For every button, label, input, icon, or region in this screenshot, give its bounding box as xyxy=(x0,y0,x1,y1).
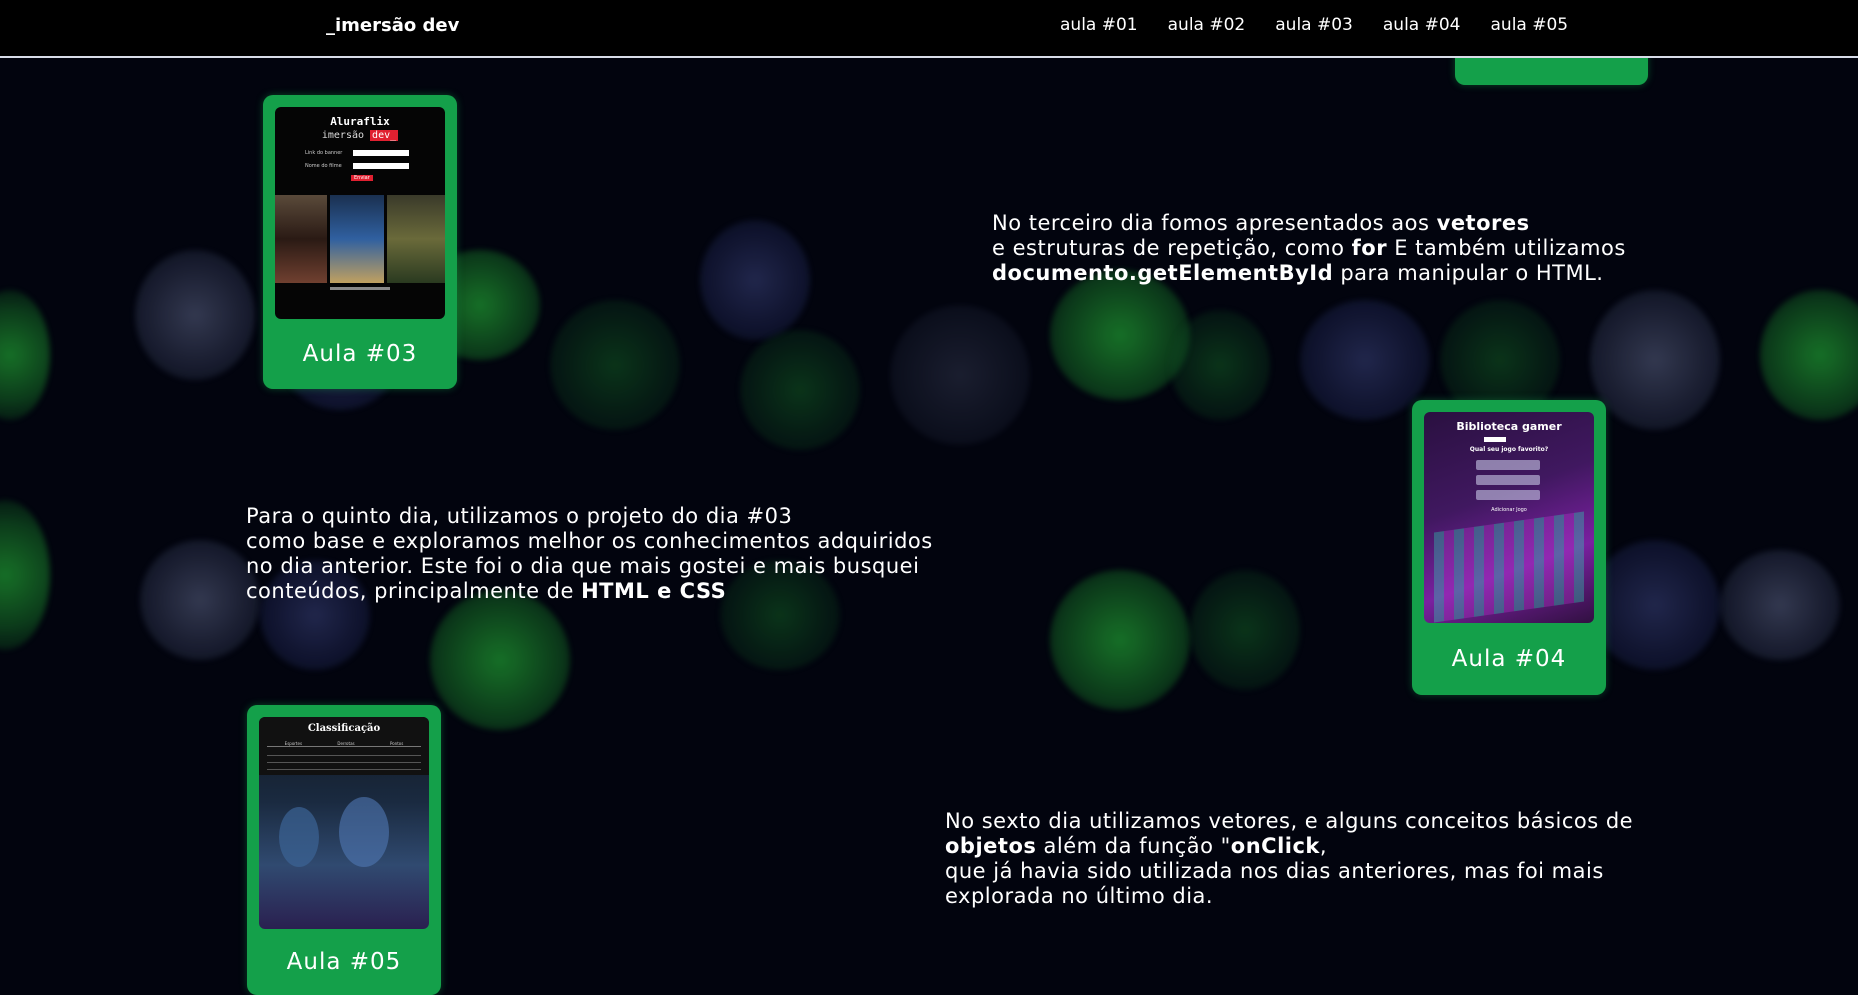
poster-1 xyxy=(275,195,327,283)
thumb-add-button: Adicionar Jogo xyxy=(1491,507,1527,513)
text-day-5: Para o quinto dia, utilizamos o projeto … xyxy=(246,504,933,603)
card-label: Aula #03 xyxy=(302,341,418,367)
nav-links: aula #01 aula #02 aula #03 aula #04 aula… xyxy=(1060,15,1568,35)
thumb-table-header: Esportes Derrotas Pontos xyxy=(267,741,421,747)
thumb-badge: dev_ xyxy=(370,130,399,141)
nav-link-aula-04[interactable]: aula #04 xyxy=(1383,15,1461,35)
top-navbar: _imersão dev aula #01 aula #02 aula #03 … xyxy=(0,0,1858,58)
text-day-6: No sexto dia utilizamos vetores, e algun… xyxy=(945,809,1634,908)
thumb-logo-bar xyxy=(1484,437,1506,442)
thumb-player-2 xyxy=(339,797,389,867)
thumb-field1-input xyxy=(353,150,409,156)
thumb-subtitle: imersão dev_ xyxy=(321,130,399,141)
card-aula-04[interactable]: Biblioteca gamer Qual seu jogo favorito?… xyxy=(1412,400,1606,695)
card-aula-03[interactable]: Aluraflix imersão dev_ Link do banner No… xyxy=(263,95,457,389)
thumb-player-1 xyxy=(279,807,319,867)
thumb-title: Classificação xyxy=(307,723,381,734)
card-aula-05[interactable]: Classificação Esportes Derrotas Pontos A… xyxy=(247,705,441,995)
classificacao-thumbnail: Classificação Esportes Derrotas Pontos xyxy=(259,717,429,929)
card-label: Aula #05 xyxy=(286,949,402,975)
poster-3 xyxy=(387,195,445,283)
thumb-field1-label: Link do banner xyxy=(305,150,343,156)
text-day-3: No terceiro dia fomos apresentados aos v… xyxy=(992,211,1626,285)
nav-link-aula-05[interactable]: aula #05 xyxy=(1491,15,1569,35)
nav-link-aula-01[interactable]: aula #01 xyxy=(1060,15,1138,35)
thumb-field2-input xyxy=(353,163,409,169)
thumb-field2-label: Nome do filme xyxy=(305,163,342,169)
thumb-title: Biblioteca gamer xyxy=(1456,420,1562,433)
nav-link-aula-02[interactable]: aula #02 xyxy=(1168,15,1246,35)
thumb-question: Qual seu jogo favorito? xyxy=(1469,446,1549,453)
thumb-table-rows xyxy=(267,749,421,771)
aluraflix-thumbnail: Aluraflix imersão dev_ Link do banner No… xyxy=(275,107,445,319)
thumb-input-3 xyxy=(1476,490,1540,500)
nav-link-aula-03[interactable]: aula #03 xyxy=(1275,15,1353,35)
thumb-input-2 xyxy=(1476,475,1540,485)
biblioteca-gamer-thumbnail: Biblioteca gamer Qual seu jogo favorito?… xyxy=(1424,412,1594,623)
thumb-input-1 xyxy=(1476,460,1540,470)
thumb-title: Aluraflix xyxy=(330,115,390,128)
thumb-submit-button: Enviar xyxy=(351,175,373,181)
poster-2 xyxy=(330,195,384,283)
thumb-keyboard xyxy=(1434,511,1584,623)
card-label: Aula #04 xyxy=(1451,646,1567,672)
site-logo[interactable]: _imersão dev xyxy=(326,15,459,36)
thumb-scrollbar xyxy=(330,287,390,290)
